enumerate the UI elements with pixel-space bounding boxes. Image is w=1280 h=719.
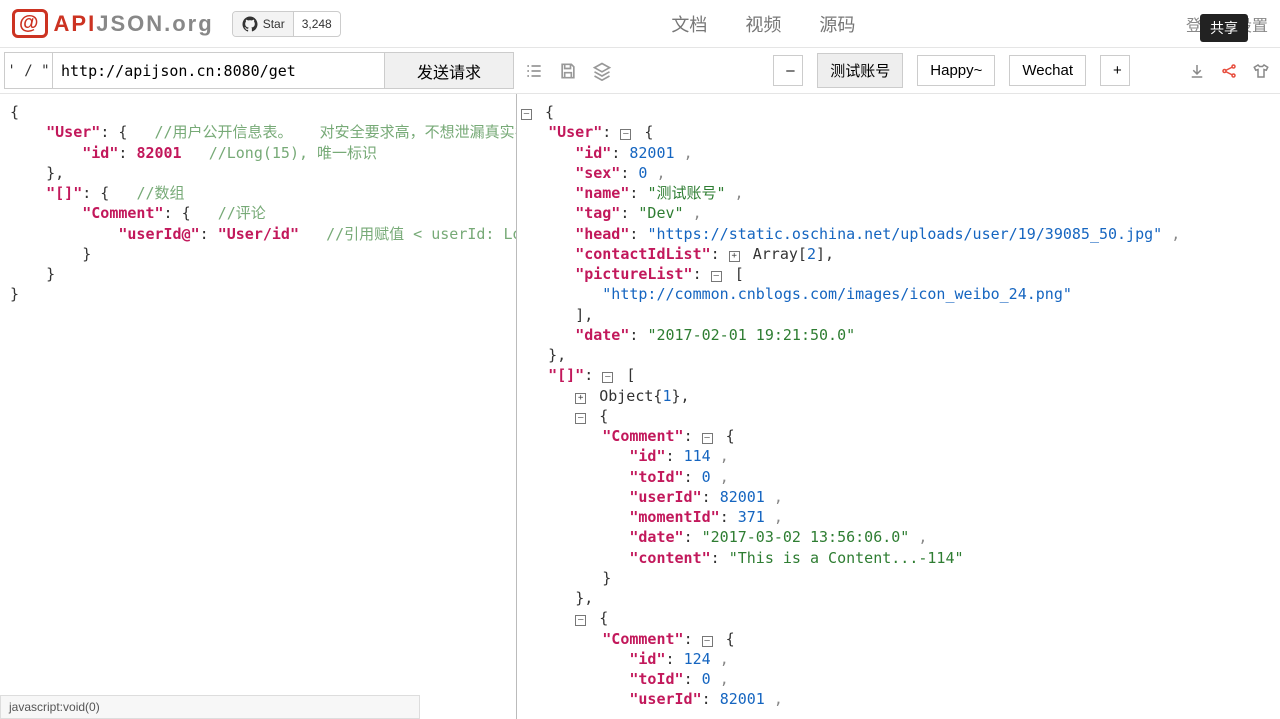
- toggle-icon[interactable]: –: [620, 129, 631, 140]
- url-prefix[interactable]: ' / ": [4, 52, 52, 89]
- toggle-icon[interactable]: –: [521, 109, 532, 120]
- github-star-count: 3,248: [294, 14, 340, 34]
- github-star-button[interactable]: Star 3,248: [232, 11, 341, 37]
- toggle-icon[interactable]: +: [575, 393, 586, 404]
- tab-add[interactable]: +: [1100, 55, 1130, 86]
- toggle-icon[interactable]: –: [602, 372, 613, 383]
- toggle-icon[interactable]: –: [575, 413, 586, 424]
- send-button[interactable]: 发送请求: [384, 52, 514, 89]
- tab-0[interactable]: 测试账号: [817, 53, 903, 88]
- download-icon[interactable]: [1188, 62, 1206, 80]
- layers-icon[interactable]: [592, 61, 612, 81]
- nav-source[interactable]: 源码: [819, 11, 855, 37]
- status-bar: javascript:void(0): [0, 695, 420, 719]
- toggle-icon[interactable]: –: [711, 271, 722, 282]
- logo-at-icon: @: [12, 9, 48, 38]
- request-editor[interactable]: { "User": { //用户公开信息表。 对安全要求高，不想泄漏真实名称。X…: [0, 94, 517, 719]
- tab-1[interactable]: Happy~: [917, 55, 995, 86]
- response-viewer[interactable]: – { "User": – { "id": 82001 , "sex": 0 ,…: [517, 94, 1280, 719]
- toggle-icon[interactable]: +: [729, 251, 740, 262]
- logo-json: JSON: [96, 11, 164, 37]
- tab-minus[interactable]: –: [773, 55, 803, 86]
- share-icon[interactable]: [1220, 62, 1238, 80]
- github-star-label: Star: [263, 17, 285, 31]
- tab-2[interactable]: Wechat: [1009, 55, 1086, 86]
- toggle-icon[interactable]: –: [575, 615, 586, 626]
- logo[interactable]: @ APIJSON .org: [12, 9, 214, 38]
- list-icon[interactable]: [524, 61, 544, 81]
- shirt-icon[interactable]: [1252, 62, 1270, 80]
- toggle-icon[interactable]: –: [702, 636, 713, 647]
- nav-video[interactable]: 视频: [745, 11, 781, 37]
- logo-api: API: [54, 11, 97, 37]
- nav-docs[interactable]: 文档: [671, 11, 707, 37]
- github-icon: [241, 15, 259, 33]
- share-tooltip: 共享: [1200, 14, 1248, 42]
- url-input[interactable]: [52, 52, 384, 89]
- save-icon[interactable]: [558, 61, 578, 81]
- toggle-icon[interactable]: –: [702, 433, 713, 444]
- logo-org: .org: [164, 11, 214, 37]
